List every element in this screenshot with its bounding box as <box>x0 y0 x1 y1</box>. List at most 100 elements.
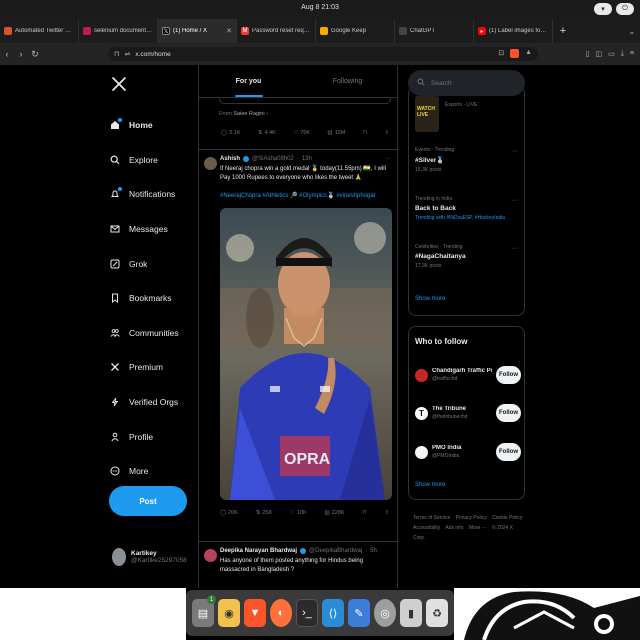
follow-button[interactable]: Follow <box>496 366 521 384</box>
download-icon[interactable]: ⤓ <box>621 50 624 58</box>
footer-link[interactable]: Cookie Policy <box>492 515 522 521</box>
nav-verified-orgs[interactable]: Verified Orgs <box>110 385 179 420</box>
browser-tab[interactable]: Google Keep <box>316 19 395 43</box>
nav-bookmarks[interactable]: Bookmarks <box>110 281 179 316</box>
tweet-time[interactable]: 5h <box>370 548 377 554</box>
network-icon[interactable]: ▾ <box>594 3 612 15</box>
avatar[interactable]: T <box>415 406 428 420</box>
browser-tab[interactable]: ChatGPT <box>395 19 474 43</box>
tweet-hashtags[interactable]: #NeerajChopra #Athletics 🔎 #Olympics🥈 #v… <box>220 192 391 199</box>
browser-tab-active[interactable]: 𝕏 (1) Home / X ✕ <box>158 19 237 43</box>
bookmark-icon[interactable]: ⊓ <box>114 50 119 58</box>
nav-explore[interactable]: Explore <box>110 143 179 178</box>
follow-suggestion[interactable]: PMO India @PMOIndia Follow <box>415 440 521 464</box>
menu-icon[interactable]: ≡ <box>630 50 634 58</box>
chevron-down-icon[interactable]: ⌄ <box>624 19 640 43</box>
vscode-icon[interactable]: ⟨⟩ <box>322 599 344 627</box>
account-switcher[interactable]: Kartikey @Kartike25297058 <box>112 548 187 566</box>
bookmark-button[interactable]: ⊓ <box>362 510 366 516</box>
footer-link[interactable]: Terms of Service <box>413 515 450 521</box>
tweet-time[interactable]: 13h <box>302 156 312 162</box>
esports-thumbnail[interactable]: WATCH LIVE <box>415 96 439 132</box>
footer-link[interactable]: Ads info <box>445 525 463 531</box>
source-name[interactable]: Saiee Ragini <box>233 111 264 117</box>
close-icon[interactable]: ✕ <box>226 27 232 35</box>
nav-more[interactable]: More <box>110 454 179 489</box>
back-icon[interactable]: ‹ <box>0 49 14 59</box>
url-text[interactable]: x.com/home <box>135 51 493 58</box>
rewards-icon[interactable]: ▲ <box>525 49 532 60</box>
more-icon[interactable]: ··· <box>511 148 518 155</box>
avatar[interactable] <box>204 549 217 562</box>
tweet-photo[interactable]: OPRA <box>220 208 392 500</box>
disks-icon[interactable]: ◎ <box>374 599 396 627</box>
nav-home[interactable]: Home <box>110 108 179 143</box>
follow-suggestion[interactable]: Chandigarh Traffic Police @trafficchd Fo… <box>415 363 521 387</box>
nav-profile[interactable]: Profile <box>110 419 179 454</box>
follow-button[interactable]: Follow <box>496 443 521 461</box>
author-name[interactable]: Ashish <box>220 156 240 162</box>
terminal-icon[interactable]: ›_ <box>296 599 318 627</box>
post-button[interactable]: Post <box>109 486 187 516</box>
files-icon[interactable]: ▤ 1 <box>192 595 216 627</box>
reply-button[interactable]: ◯ 20K <box>220 510 238 516</box>
follow-suggestion[interactable]: T The Tribune @thetribunechd Follow <box>415 401 521 425</box>
author-handle[interactable]: @DeepikaBhardwaj <box>309 548 362 554</box>
tab-for-you[interactable]: For you <box>199 65 298 97</box>
author-name[interactable]: Deepika Narayan Bhardwaj <box>220 548 297 554</box>
x-logo-icon[interactable] <box>111 76 127 92</box>
forward-icon[interactable]: › <box>14 49 28 59</box>
views-button[interactable]: ▥ 13M <box>327 130 345 136</box>
share-icon[interactable]: ⊡ <box>498 49 504 60</box>
repost-button[interactable]: ⇅ 4.4K <box>258 130 276 136</box>
sidebar-toggle-icon[interactable]: ◫ <box>596 50 603 58</box>
trend-item[interactable]: Events · Trending #Silver🥈 15.3K posts <box>415 147 454 173</box>
usb-creator-icon[interactable]: ▮ <box>400 599 422 627</box>
rhythmbox-icon[interactable]: ◉ <box>218 599 240 627</box>
tweet[interactable]: Ashish @SiAsha08h02 · 13h ··· If Neeraj … <box>199 150 397 542</box>
previous-tweet[interactable]: From Saiee Ragini ▪ ◯ 3.1K ⇅ 4.4K ♡ 75K ▥ 13… <box>199 98 397 150</box>
nav-messages[interactable]: Messages <box>110 212 179 247</box>
like-button[interactable]: ♡ 10K <box>290 510 307 516</box>
firefox-icon[interactable]: ◐ <box>270 599 292 627</box>
tab-following[interactable]: Following <box>298 65 397 97</box>
repost-button[interactable]: ⇅ 25K <box>256 510 272 516</box>
share-button[interactable]: ⇪ <box>384 510 389 516</box>
author-handle[interactable]: @SiAsha08h02 <box>252 156 294 162</box>
browser-tab[interactable]: Automated Twitter Scrolling <box>0 19 79 43</box>
browser-tab[interactable]: MPassword reset request - b <box>237 19 316 43</box>
recycle-icon[interactable]: ♻ <box>426 599 448 627</box>
avatar[interactable] <box>415 368 428 382</box>
nav-communities[interactable]: Communities <box>110 316 179 351</box>
trends-show-more-link[interactable]: Show more <box>415 296 445 302</box>
site-info-icon[interactable]: ⇌ <box>124 50 130 58</box>
nav-premium[interactable]: Premium <box>110 350 179 385</box>
more-icon[interactable]: ··· <box>385 156 391 162</box>
text-editor-icon[interactable]: ✎ <box>348 599 370 627</box>
system-clock[interactable]: Aug 8 21:03 <box>0 4 640 11</box>
reply-button[interactable]: ◯ 3.1K <box>221 130 240 136</box>
power-icon[interactable]: ⏻ <box>616 3 634 15</box>
wallet-icon[interactable]: ▭ <box>608 50 615 58</box>
footer-link[interactable]: Privacy Policy <box>456 515 487 521</box>
avatar[interactable] <box>415 445 428 459</box>
views-button[interactable]: ▥ 228K <box>324 510 344 516</box>
more-icon[interactable]: ··· <box>511 197 518 204</box>
trend-item[interactable]: Trending in India Back to Back Trending … <box>415 196 505 221</box>
extensions-icon[interactable]: ▯ <box>586 50 590 58</box>
new-tab-button[interactable]: + <box>553 19 573 43</box>
system-tray[interactable]: ▾ ⏻ <box>594 3 634 15</box>
tweet[interactable]: Deepika Narayan Bhardwaj @DeepikaBhardwa… <box>199 542 397 575</box>
like-button[interactable]: ♡ 75K <box>293 130 310 136</box>
follow-button[interactable]: Follow <box>496 404 521 422</box>
footer-link[interactable]: Accessibility <box>413 525 440 531</box>
share-button[interactable]: ⇪ <box>384 130 389 136</box>
brave-icon[interactable]: ▼ <box>244 599 266 627</box>
url-field[interactable]: ⊓ ⇌ x.com/home ⊡ ▲ <box>108 47 538 61</box>
search-input[interactable]: Search <box>408 70 525 96</box>
brave-shield-icon[interactable] <box>510 48 520 60</box>
more-icon[interactable]: ··· <box>511 245 518 252</box>
trend-item[interactable]: Celebrities · Trending #NagaChaitanya 17… <box>415 244 466 269</box>
bookmark-button[interactable]: ⊓ <box>363 130 367 136</box>
browser-tab[interactable]: selenium documentation - G <box>79 19 158 43</box>
